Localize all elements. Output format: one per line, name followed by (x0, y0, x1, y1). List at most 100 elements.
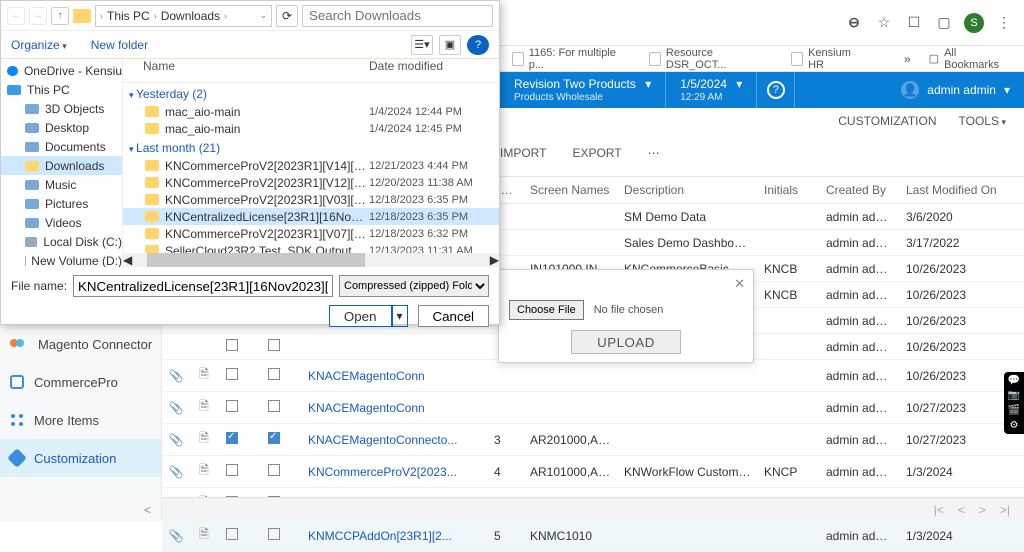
file-group-header[interactable]: Yesterday (2) (123, 83, 499, 103)
search-input[interactable] (302, 5, 493, 27)
project-name-link[interactable]: KNCommerceProV2[2023... (302, 456, 488, 488)
tree-item[interactable]: Music (1, 175, 122, 194)
note-icon[interactable]: 🗎 (190, 392, 218, 424)
include-scr-checkbox[interactable] (246, 456, 302, 488)
table-row[interactable]: 📎🗎KNACEMagentoConnadmin admin10/27/2023 (162, 392, 1024, 424)
include-checkbox[interactable] (218, 334, 246, 360)
browser-menu-icon[interactable]: ⋮ (992, 11, 1016, 35)
pager-prev[interactable]: < (958, 503, 965, 517)
table-row[interactable]: 📎🗎KNACEMagentoConnecto...3AR201000,AR30.… (162, 424, 1024, 456)
pager-next[interactable]: > (979, 503, 986, 517)
feedback-tools[interactable]: 💬 📷 🎬 ⚙ (1004, 372, 1024, 434)
upload-button[interactable]: UPLOAD (571, 330, 681, 354)
include-checkbox[interactable] (218, 360, 246, 392)
preview-pane-icon[interactable]: ▣ (439, 35, 461, 55)
view-mode-icon[interactable]: ☰▾ (411, 35, 433, 55)
profile-avatar[interactable]: S (962, 11, 986, 35)
refresh-icon[interactable]: ⟳ (276, 5, 298, 27)
file-row[interactable]: KNCommerceProV2[2023R1][V14][21DEC2023]1… (123, 157, 499, 174)
tree-item[interactable]: New Volume (D:) (1, 251, 122, 267)
include-checkbox[interactable] (218, 392, 246, 424)
include-scr-checkbox[interactable] (246, 360, 302, 392)
attachment-icon[interactable]: 📎 (162, 424, 190, 456)
project-name-link[interactable]: KNACEMagentoConn (302, 392, 488, 424)
organize-menu[interactable]: Organize (11, 38, 67, 52)
include-scr-checkbox[interactable] (246, 520, 302, 552)
note-icon[interactable]: 🗎 (190, 424, 218, 456)
nav-forward-icon[interactable]: → (29, 7, 47, 25)
file-row[interactable]: KNCommerceProV2[2023R1][V07][14DEC2023]1… (123, 225, 499, 242)
customization-link[interactable]: CUSTOMIZATION (838, 114, 936, 128)
project-name-link[interactable] (302, 334, 488, 360)
bookmark-star-icon[interactable]: ☆ (872, 11, 896, 35)
tree-item[interactable]: Downloads (1, 156, 122, 175)
sidebar-collapse-icon[interactable]: < (144, 503, 151, 517)
close-icon[interactable]: ✕ (734, 276, 745, 292)
file-type-filter[interactable]: Compressed (zipped) Folder (339, 275, 489, 297)
tree-item[interactable]: This PC (1, 80, 122, 99)
business-date-picker[interactable]: 1/5/2024 ▾ 12:29 AM (665, 72, 756, 108)
import-button[interactable]: IMPORT (500, 146, 546, 160)
include-scr-checkbox[interactable] (246, 334, 302, 360)
attachment-icon[interactable]: 📎 (162, 392, 190, 424)
include-scr-checkbox[interactable] (246, 424, 302, 456)
tree-item[interactable]: Local Disk (C:) (1, 232, 122, 251)
gear-icon[interactable]: ⚙ (1010, 420, 1019, 431)
pager-first[interactable]: |< (934, 503, 944, 517)
attachment-icon[interactable] (162, 334, 190, 360)
bookmark-item[interactable]: Resource DSR_OCT... (649, 47, 773, 71)
tree-item[interactable]: Documents (1, 137, 122, 156)
project-name-link[interactable]: KNACEMagentoConn (302, 360, 488, 392)
include-scr-checkbox[interactable] (246, 392, 302, 424)
user-menu[interactable]: 👤admin admin▾ (794, 72, 1024, 108)
table-row[interactable]: 📎🗎KNMCCPAddOn[23R1][2...5KNMC1010admin a… (162, 520, 1024, 552)
note-icon[interactable]: 🗎 (190, 520, 218, 552)
sidebar-item-commercepro[interactable]: CommercePro (0, 363, 161, 401)
file-row[interactable]: KNCommerceProV2[2023R1][V03][15SEP2023] … (123, 191, 499, 208)
tree-item[interactable]: Videos (1, 213, 122, 232)
help-icon[interactable]: ? (467, 35, 489, 55)
note-icon[interactable]: 🗎 (190, 360, 218, 392)
sidebar-item-more-items[interactable]: More Items (0, 401, 161, 439)
tree-item[interactable]: OneDrive - Kensiu (1, 61, 122, 80)
include-checkbox[interactable] (218, 424, 246, 456)
more-actions[interactable]: ⋯ (648, 146, 660, 160)
bookmark-item[interactable]: Kensium HR (791, 47, 868, 71)
note-icon[interactable]: 🗎 (190, 456, 218, 488)
all-bookmarks[interactable]: ▢All Bookmarks (929, 47, 1012, 71)
cancel-button[interactable]: Cancel (418, 305, 490, 327)
extensions-icon[interactable]: ☐ (902, 11, 926, 35)
new-tab-icon[interactable]: ▢ (932, 11, 956, 35)
col-name[interactable]: Name (143, 59, 369, 82)
file-group-header[interactable]: Last month (21) (123, 137, 499, 157)
new-folder-button[interactable]: New folder (91, 38, 148, 52)
project-name-link[interactable]: KNACEMagentoConnecto... (302, 424, 488, 456)
col-modified[interactable]: Date modified (369, 59, 499, 82)
file-row[interactable]: KNCentralizedLicense[23R1][16Nov2023][V0… (123, 208, 499, 225)
chat-icon[interactable]: 💬 (1008, 375, 1020, 386)
file-row[interactable]: mac_aio-main1/4/2024 12:44 PM (123, 103, 499, 120)
horizontal-scrollbar[interactable]: ◀▶ (123, 253, 499, 267)
nav-back-icon[interactable]: ← (7, 7, 25, 25)
bookmarks-more[interactable]: » (904, 52, 911, 66)
table-row[interactable]: 📎🗎KNCommerceProV2[2023...4AR101000,AR20.… (162, 456, 1024, 488)
attachment-icon[interactable]: 📎 (162, 456, 190, 488)
tools-menu[interactable]: TOOLS (959, 114, 1007, 128)
file-row[interactable]: KNCommerceProV2[2023R1][V12][19DEC2023]1… (123, 174, 499, 191)
attachment-icon[interactable]: 📎 (162, 360, 190, 392)
filename-input[interactable] (73, 275, 333, 297)
open-button[interactable]: Open (329, 305, 392, 327)
video-icon[interactable]: 🎬 (1008, 405, 1020, 416)
help-icon[interactable]: ? (756, 72, 794, 108)
include-checkbox[interactable] (218, 456, 246, 488)
pager-last[interactable]: >| (1000, 503, 1010, 517)
bookmark-item[interactable]: 1165: For multiple p... (512, 47, 631, 71)
attachment-icon[interactable]: 📎 (162, 520, 190, 552)
file-row[interactable]: mac_aio-main1/4/2024 12:45 PM (123, 120, 499, 137)
tree-item[interactable]: Pictures (1, 194, 122, 213)
export-button[interactable]: EXPORT (572, 146, 621, 160)
open-split-icon[interactable]: ▾ (392, 305, 408, 327)
tenant-picker[interactable]: Revision Two Products ▾ Products Wholesa… (500, 72, 665, 108)
tree-item[interactable]: 3D Objects (1, 99, 122, 118)
include-checkbox[interactable] (218, 520, 246, 552)
